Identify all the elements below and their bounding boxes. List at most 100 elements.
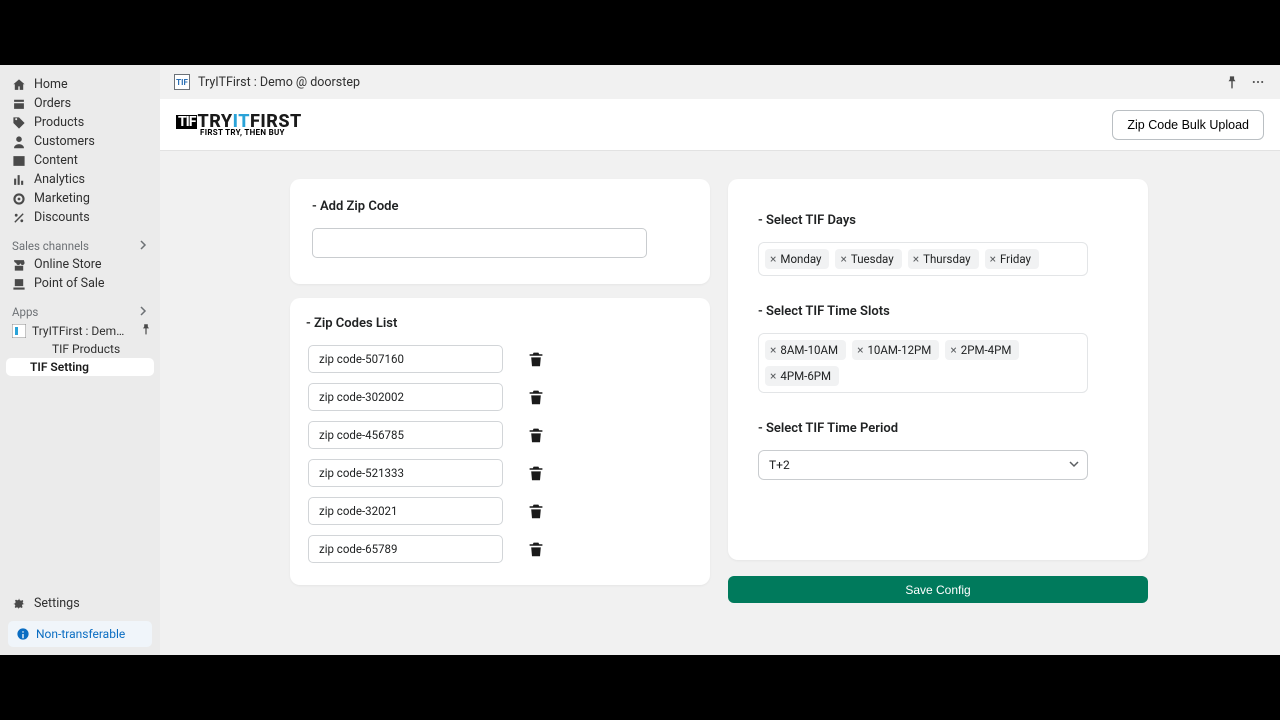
- nav-customers[interactable]: Customers: [0, 132, 160, 151]
- card-config: - Select TIF Days ×Monday ×Tuesday ×Thur…: [728, 179, 1148, 560]
- remove-icon[interactable]: ×: [770, 369, 776, 383]
- section-sales-channels[interactable]: Sales channels: [0, 237, 160, 255]
- trash-icon[interactable]: [523, 536, 549, 562]
- zip-input[interactable]: [312, 228, 647, 258]
- content: - Add Zip Code - Zip Codes List zip code…: [160, 151, 1280, 655]
- page-title: TryITFirst : Demo @ doorstep: [198, 75, 360, 90]
- trash-icon[interactable]: [523, 422, 549, 448]
- zip-list-title: - Zip Codes List: [306, 316, 700, 331]
- nav-content[interactable]: Content: [0, 151, 160, 170]
- image-icon: [12, 154, 26, 168]
- zip-item[interactable]: zip code-32021: [308, 497, 503, 525]
- days-chip-row[interactable]: ×Monday ×Tuesday ×Thursday ×Friday: [758, 242, 1088, 276]
- card-add-zip: - Add Zip Code: [290, 179, 710, 284]
- sidebar: Home Orders Products Customers Content A…: [0, 65, 160, 655]
- nav-home[interactable]: Home: [0, 75, 160, 94]
- zip-item[interactable]: zip code-302002: [308, 383, 503, 411]
- section-apps[interactable]: Apps: [0, 303, 160, 321]
- day-chip[interactable]: ×Monday: [765, 249, 829, 269]
- bulk-upload-button[interactable]: Zip Code Bulk Upload: [1112, 110, 1264, 140]
- app-entry-label: TryITFirst : Demo @ d...: [32, 324, 127, 338]
- zip-row: zip code-521333: [308, 459, 690, 487]
- zip-item[interactable]: zip code-521333: [308, 459, 503, 487]
- app-sub-setting[interactable]: TIF Setting: [6, 358, 154, 376]
- remove-icon[interactable]: ×: [990, 252, 996, 266]
- more-icon[interactable]: [1250, 74, 1266, 90]
- bars-icon: [12, 173, 26, 187]
- nav-marketing[interactable]: Marketing: [0, 189, 160, 208]
- nav-label: Discounts: [34, 210, 90, 225]
- brand-logo: TIF TRYITFIRST FIRST TRY, THEN BUY: [176, 113, 302, 137]
- channel-online-store[interactable]: Online Store: [0, 255, 160, 274]
- app-icon: [12, 324, 26, 338]
- app-entry[interactable]: TryITFirst : Demo @ d...: [0, 321, 160, 340]
- app-shell: Home Orders Products Customers Content A…: [0, 65, 1280, 655]
- nav-label: Content: [34, 153, 78, 168]
- day-chip[interactable]: ×Thursday: [908, 249, 979, 269]
- period-select[interactable]: T+2: [758, 450, 1088, 480]
- zip-list[interactable]: zip code-507160 zip code-302002 zip code…: [308, 345, 700, 563]
- nav-label: Marketing: [34, 191, 90, 206]
- days-title: - Select TIF Days: [758, 213, 1118, 228]
- nav-label: Orders: [34, 96, 71, 111]
- store-icon: [12, 258, 26, 272]
- zip-item[interactable]: zip code-456785: [308, 421, 503, 449]
- topbar: TIF TryITFirst : Demo @ doorstep: [160, 65, 1280, 99]
- channel-pos[interactable]: Point of Sale: [0, 274, 160, 293]
- chevron-right-icon: [138, 305, 148, 319]
- info-non-transferable: Non-transferable: [8, 621, 152, 647]
- zip-item[interactable]: zip code-65789: [308, 535, 503, 563]
- zip-row: zip code-507160: [308, 345, 690, 373]
- day-chip[interactable]: ×Friday: [985, 249, 1039, 269]
- nav-settings[interactable]: Settings: [0, 594, 160, 613]
- trash-icon[interactable]: [523, 384, 549, 410]
- trash-icon[interactable]: [523, 346, 549, 372]
- slot-chip[interactable]: ×2PM-4PM: [945, 340, 1019, 360]
- nav-products[interactable]: Products: [0, 113, 160, 132]
- remove-icon[interactable]: ×: [950, 343, 956, 357]
- remove-icon[interactable]: ×: [913, 252, 919, 266]
- home-icon: [12, 78, 26, 92]
- remove-icon[interactable]: ×: [770, 252, 776, 266]
- nav-label: Home: [34, 77, 68, 92]
- slot-chip[interactable]: ×10AM-12PM: [852, 340, 939, 360]
- nav-label: Products: [34, 115, 84, 130]
- zip-row: zip code-65789: [308, 535, 690, 563]
- app-sub-products[interactable]: TIF Products: [22, 340, 160, 358]
- nav-label: Customers: [34, 134, 95, 149]
- pin-icon[interactable]: [1224, 74, 1240, 90]
- slots-chip-row[interactable]: ×8AM-10AM ×10AM-12PM ×2PM-4PM ×4PM-6PM: [758, 333, 1088, 393]
- day-chip[interactable]: ×Tuesday: [835, 249, 901, 269]
- remove-icon[interactable]: ×: [857, 343, 863, 357]
- chevron-right-icon: [138, 239, 148, 253]
- slot-chip[interactable]: ×8AM-10AM: [765, 340, 846, 360]
- chevron-down-icon: [1069, 458, 1079, 472]
- remove-icon[interactable]: ×: [770, 343, 776, 357]
- tag-icon: [12, 116, 26, 130]
- app-logo-small-icon: TIF: [174, 74, 190, 90]
- orders-icon: [12, 97, 26, 111]
- zip-row: zip code-32021: [308, 497, 690, 525]
- main: TIF TryITFirst : Demo @ doorstep TIF TRY…: [160, 65, 1280, 655]
- nav-orders[interactable]: Orders: [0, 94, 160, 113]
- channel-label: Point of Sale: [34, 276, 105, 291]
- nav-analytics[interactable]: Analytics: [0, 170, 160, 189]
- pin-icon[interactable]: [140, 323, 152, 338]
- zip-row: zip code-302002: [308, 383, 690, 411]
- app-header: TIF TRYITFIRST FIRST TRY, THEN BUY Zip C…: [160, 99, 1280, 151]
- add-zip-title: - Add Zip Code: [312, 199, 688, 214]
- nav-discounts[interactable]: Discounts: [0, 208, 160, 227]
- gear-icon: [12, 597, 26, 611]
- trash-icon[interactable]: [523, 498, 549, 524]
- info-icon: [16, 627, 30, 641]
- card-zip-list: - Zip Codes List zip code-507160 zip cod…: [290, 298, 710, 585]
- slot-chip[interactable]: ×4PM-6PM: [765, 366, 839, 386]
- remove-icon[interactable]: ×: [840, 252, 846, 266]
- period-title: - Select TIF Time Period: [758, 421, 1118, 436]
- channel-label: Online Store: [34, 257, 101, 272]
- percent-icon: [12, 211, 26, 225]
- save-config-button[interactable]: Save Config: [728, 576, 1148, 603]
- target-icon: [12, 192, 26, 206]
- trash-icon[interactable]: [523, 460, 549, 486]
- zip-item[interactable]: zip code-507160: [308, 345, 503, 373]
